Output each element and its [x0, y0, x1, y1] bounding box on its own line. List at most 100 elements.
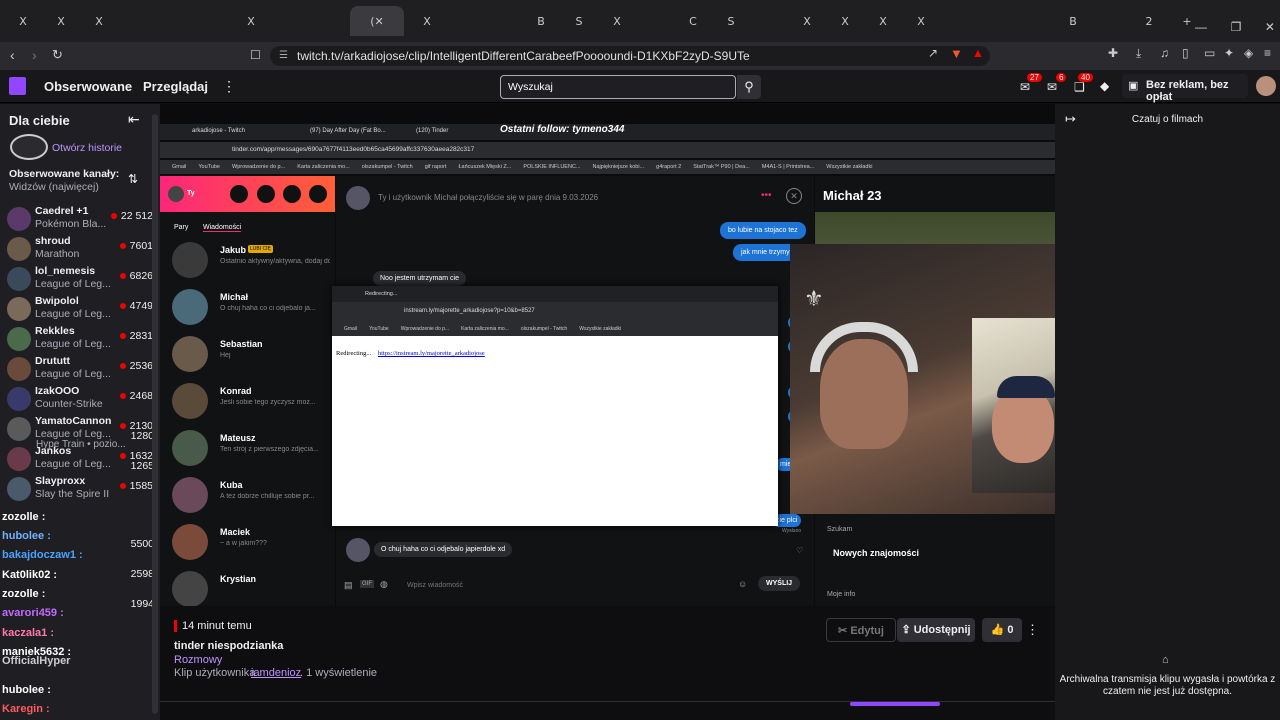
sort-icon[interactable]: ⇅: [128, 172, 138, 186]
back-arrow-icon[interactable]: ‹: [10, 47, 15, 63]
browser-tab[interactable]: [450, 6, 480, 36]
twitch-logo-icon[interactable]: [9, 77, 26, 95]
sidebar-channel[interactable]: Bwipolol League of Leg... 4749: [5, 295, 155, 325]
browser-tab[interactable]: [944, 6, 974, 36]
forward-arrow-icon[interactable]: ›: [32, 47, 37, 63]
bits-icon[interactable]: ◆: [1100, 79, 1109, 93]
browser-tab[interactable]: [754, 6, 784, 36]
right-chat-panel: ↦ Czatuj o filmach ⌂ Archiwalna transmis…: [1055, 104, 1280, 720]
last-message: O chuj haha co ci odjebalo japierdole xd: [374, 542, 513, 557]
menu-icon[interactable]: ≡: [1264, 46, 1271, 60]
browser-tab[interactable]: B: [526, 6, 556, 36]
browser-tab[interactable]: X: [412, 6, 442, 36]
tinder-boost-icon: [230, 185, 248, 203]
sidebar-scrollbar[interactable]: [152, 114, 158, 714]
url-field[interactable]: ☰ twitch.tv/arkadiojose/clip/Intelligent…: [270, 46, 990, 66]
like-button[interactable]: 👍 0: [982, 618, 1022, 642]
reload-icon[interactable]: ↻: [52, 47, 63, 63]
browser-tab[interactable]: X: [792, 6, 822, 36]
browser-tab[interactable]: S: [564, 6, 594, 36]
clip-category[interactable]: Rozmowy: [174, 654, 222, 666]
whispers-icon[interactable]: ✉: [1047, 80, 1057, 94]
search-input[interactable]: Wyszukaj: [500, 75, 736, 99]
sidebar-icon[interactable]: ▯: [1182, 46, 1189, 60]
browser-tab[interactable]: [160, 6, 190, 36]
rewards-icon[interactable]: ▲: [972, 46, 984, 60]
nav-following[interactable]: Obserwowane: [44, 79, 132, 94]
sidebar-channel[interactable]: lol_nemesis League of Leg... 6826: [5, 265, 155, 295]
notifications-badge: 27: [1027, 73, 1042, 82]
browser-tab[interactable]: X: [906, 6, 936, 36]
maximize-button[interactable]: ❐: [1231, 20, 1242, 34]
clip-more-icon[interactable]: ⋮: [1026, 622, 1039, 638]
history-avatars[interactable]: [10, 134, 48, 160]
clip-views: . 1 wyświetlenie: [300, 667, 378, 679]
browser-tab[interactable]: X: [236, 6, 266, 36]
edit-clip-button[interactable]: ✂ Edytuj: [826, 618, 896, 642]
close-window-button[interactable]: ✕: [1265, 20, 1275, 34]
media-icon[interactable]: ♫: [1160, 46, 1169, 60]
sidebar-channel[interactable]: Slayproxx Slay the Spire II 1585: [5, 475, 155, 505]
share-button[interactable]: ⇪ Udostępnij: [897, 618, 975, 642]
channel-game: Counter-Strike: [35, 398, 103, 410]
sidebar-channel[interactable]: shroud Marathon 7601: [5, 235, 155, 265]
user-avatar[interactable]: [1256, 76, 1276, 96]
sidebar-channel[interactable]: Caedrel +1 Pokémon Bla... 22 512: [5, 205, 155, 235]
browser-tab[interactable]: C: [678, 6, 708, 36]
sidebar-channel[interactable]: Drututt League of Leg... 2536: [5, 355, 155, 385]
overlay-chat-user: zozolle :: [2, 511, 46, 523]
tinder-me-label: Ty: [187, 190, 195, 197]
inner-bookmark: M4A1-S | Printstrea...: [761, 164, 815, 170]
wallet-icon[interactable]: ▭: [1204, 46, 1215, 60]
browser-tab[interactable]: 2: [1134, 6, 1164, 36]
overlay-chat-user: OfficialHyper: [2, 655, 71, 667]
close-tab-icon[interactable]: ✕: [375, 15, 384, 28]
browser-tab[interactable]: X: [830, 6, 860, 36]
clip-video-player[interactable]: arkadiojose - Twitch (97) Day After Day …: [160, 104, 1055, 606]
collapse-sidebar-icon[interactable]: ⇤: [128, 111, 140, 128]
browser-tab[interactable]: [488, 6, 518, 36]
open-history-link[interactable]: Otwórz historie: [52, 142, 122, 154]
browser-tab[interactable]: B: [1058, 6, 1088, 36]
browser-tab[interactable]: X: [46, 6, 76, 36]
nav-browse[interactable]: Przeglądaj: [143, 79, 208, 94]
extensions-icon[interactable]: ✚: [1108, 46, 1118, 60]
search-icon[interactable]: ⚲: [737, 75, 761, 99]
vpn-icon[interactable]: ◈: [1244, 46, 1253, 60]
inner-tab-twitch: arkadiojose - Twitch: [192, 128, 245, 134]
leo-icon[interactable]: ✦: [1224, 46, 1234, 60]
browser-tab[interactable]: X: [84, 6, 114, 36]
channel-viewers: 5500: [130, 538, 154, 550]
minimize-button[interactable]: —: [1195, 20, 1207, 34]
browser-tab[interactable]: [1020, 6, 1050, 36]
downloads-icon[interactable]: ⤓: [1136, 46, 1141, 61]
hype-train-label: Hype Train • pozio...: [36, 439, 126, 450]
browser-tab[interactable]: X: [868, 6, 898, 36]
site-info-icon[interactable]: ☰: [279, 46, 288, 66]
browser-tab[interactable]: [198, 6, 228, 36]
browser-tab[interactable]: X: [602, 6, 632, 36]
browser-tab[interactable]: [274, 6, 304, 36]
browser-tab[interactable]: S: [716, 6, 746, 36]
brave-shield-icon[interactable]: ▼: [950, 46, 963, 61]
chat-options-icon: •••: [761, 190, 772, 201]
inner-url: tinder.com/app/messages/690a7677f4113eed…: [232, 146, 475, 153]
inner-bookmark: olszakumpel - Twitch: [361, 164, 413, 170]
browser-tab[interactable]: X: [8, 6, 38, 36]
ad-free-button[interactable]: ▣ Bez reklam, bez opłat: [1122, 74, 1248, 103]
active-browser-tab[interactable]: ( ✕: [350, 6, 404, 36]
sidebar-channel[interactable]: IzakOOO Counter-Strike 2468: [5, 385, 155, 415]
browser-tab[interactable]: [312, 6, 342, 36]
bookmark-icon[interactable]: ☐: [250, 48, 261, 62]
inbox-icon[interactable]: ✉: [1020, 80, 1030, 94]
share-icon[interactable]: ↗: [928, 46, 938, 60]
browser-tab[interactable]: [640, 6, 670, 36]
activity-icon[interactable]: ❑: [1074, 80, 1085, 94]
nav-more-icon[interactable]: ⋮: [222, 78, 236, 95]
browser-tab[interactable]: [122, 6, 152, 36]
browser-tab[interactable]: [982, 6, 1012, 36]
browser-tab[interactable]: [1096, 6, 1126, 36]
clip-author-link[interactable]: iamdenioz: [251, 667, 301, 679]
tinder-work-icon: [283, 185, 301, 203]
sidebar-channel[interactable]: Rekkles League of Leg... 2831: [5, 325, 155, 355]
